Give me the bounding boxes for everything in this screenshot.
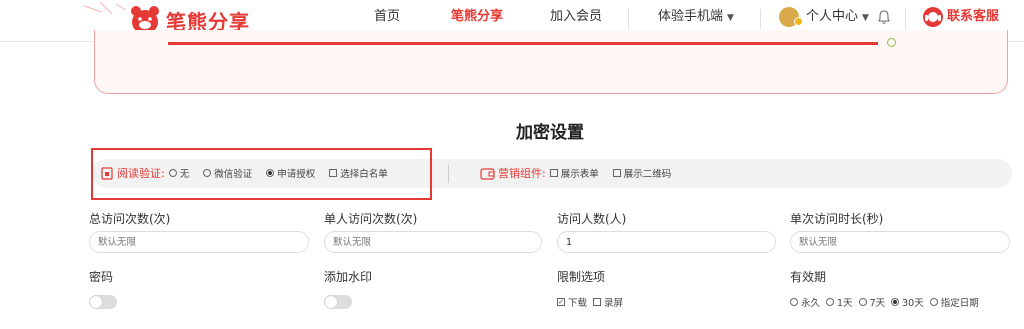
nav-mobile-label: 体验手机端	[658, 9, 724, 24]
upper-content-panel	[94, 30, 1008, 94]
limit-option-record[interactable]: 录屏	[593, 295, 623, 309]
validity-option-1day[interactable]: 1天	[826, 295, 853, 309]
upper-radio-option[interactable]	[887, 38, 896, 47]
marketing-group: 营销组件: 展示表单 展示二维码	[480, 163, 685, 183]
validity-option-7days[interactable]: 7天	[858, 295, 886, 309]
nav-divider	[628, 9, 629, 29]
single-visits-input[interactable]	[324, 231, 542, 253]
nav-divider	[760, 9, 761, 29]
password-label: 密码	[89, 270, 114, 284]
checkbox-icon	[593, 298, 602, 306]
avatar-badge-icon	[794, 17, 803, 26]
option-label: 录屏	[604, 298, 624, 309]
checkbox-icon	[612, 169, 621, 177]
radio-icon	[790, 298, 798, 306]
visitor-count-input[interactable]	[557, 231, 776, 253]
limit-option-download[interactable]: ✓ 下载	[557, 295, 587, 309]
checkbox-icon	[549, 169, 558, 177]
radio-icon	[929, 298, 938, 306]
highlight-box	[91, 148, 432, 200]
option-label: 永久	[801, 298, 821, 309]
marketing-label: 营销组件:	[498, 167, 546, 180]
total-visits-input[interactable]	[89, 231, 309, 253]
marketing-option-form[interactable]: 展示表单	[549, 166, 599, 180]
validity-option-custom-date[interactable]: 指定日期	[929, 295, 979, 309]
single-visits-label: 单人访问次数(次)	[324, 212, 418, 226]
password-toggle[interactable]	[89, 295, 117, 309]
radio-icon	[826, 298, 835, 306]
option-label: 展示表单	[560, 169, 599, 180]
checkbox-checked-icon: ✓	[557, 298, 565, 306]
option-label: 7天	[869, 298, 886, 309]
limit-options-group: ✓ 下载 录屏	[557, 295, 629, 309]
visit-duration-input[interactable]	[790, 231, 1010, 253]
radio-icon	[858, 298, 867, 306]
visit-duration-label: 单次访问时长(秒)	[790, 212, 884, 226]
watermark-label: 添加水印	[324, 270, 373, 284]
chevron-down-icon: ▼	[727, 13, 734, 23]
option-label: 下载	[568, 298, 588, 309]
customer-service-icon	[923, 7, 943, 27]
radio-selected-icon	[891, 298, 900, 306]
total-visits-label: 总访问次数(次)	[89, 212, 171, 226]
upper-progress-bar	[168, 42, 878, 45]
group-divider	[448, 165, 449, 183]
validity-option-30days[interactable]: 30天	[891, 295, 924, 309]
bell-icon[interactable]	[877, 9, 891, 25]
option-label: 1天	[837, 298, 853, 309]
option-label: 30天	[902, 298, 924, 309]
option-label: 指定日期	[940, 298, 979, 309]
nav-divider	[905, 9, 906, 29]
section-title: 加密设置	[516, 123, 584, 143]
validity-options-group: 永久 1天 7天 30天 指定日期	[790, 295, 985, 309]
chevron-down-icon: ▼	[862, 13, 869, 23]
validity-option-forever[interactable]: 永久	[790, 295, 820, 309]
user-center-label: 个人中心	[806, 9, 859, 24]
limit-options-label: 限制选项	[557, 270, 606, 284]
wallet-icon	[480, 167, 495, 180]
marketing-option-qrcode[interactable]: 展示二维码	[612, 166, 672, 180]
validity-label: 有效期	[790, 270, 827, 284]
visitor-count-label: 访问人数(人)	[557, 212, 627, 226]
watermark-toggle[interactable]	[324, 295, 352, 309]
option-label: 展示二维码	[623, 169, 672, 180]
contact-service-link[interactable]: 联系客服	[947, 0, 999, 34]
